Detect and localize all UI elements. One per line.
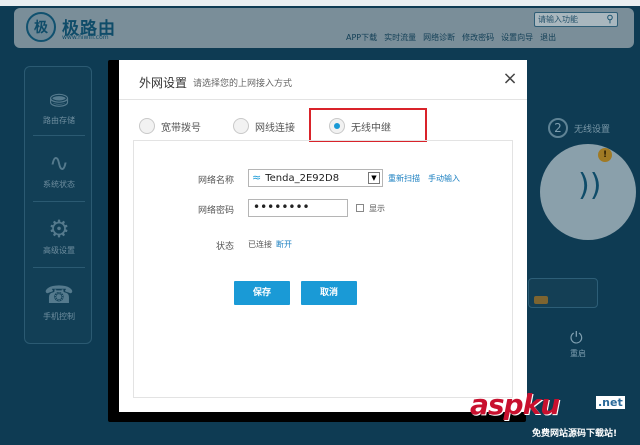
step-number: 2 — [548, 118, 568, 138]
restart-label[interactable]: 重启 — [570, 348, 586, 359]
sidebar-item-phone-control[interactable]: ☎ 手机控制 — [25, 279, 93, 322]
logo-url: www.hiwifi.com — [62, 34, 109, 41]
router-light — [534, 296, 548, 304]
password-field[interactable]: •••••••• — [248, 199, 348, 217]
sidebar-item-advanced[interactable]: ⚙ 高级设置 — [25, 213, 93, 256]
watermark-tld: .net — [596, 396, 625, 409]
repeater-form: 网络名称 ≈ Tenda_2E92D8 ▼ 重新扫描 手动输入 网络密码 •••… — [133, 140, 513, 398]
status-value: 已连接 — [248, 240, 272, 249]
tab-cable[interactable]: 网线连接 — [233, 116, 295, 136]
gear-icon: ⚙ — [48, 215, 70, 243]
sidebar-item-storage[interactable]: ⛂ 路由存储 — [25, 83, 93, 126]
ssid-value: Tenda_2E92D8 — [265, 172, 340, 184]
top-nav: APP下载 实时流量 网络诊断 修改密码 设置向导 退出 — [346, 32, 626, 43]
show-password-checkbox[interactable] — [356, 204, 364, 212]
wireless-step-panel: 2 无线设置 )) ! ⏻ 重启 — [528, 108, 640, 368]
manual-input-link[interactable]: 手动输入 — [428, 173, 460, 184]
close-icon[interactable]: × — [501, 70, 519, 88]
sidebar-item-system-status[interactable]: ∿ 系统状态 — [25, 147, 93, 190]
top-link-realtime-traffic[interactable]: 实时流量 — [384, 32, 416, 43]
pulse-icon: ∿ — [48, 149, 70, 177]
alert-icon: ! — [598, 148, 612, 162]
save-button[interactable]: 保存 — [234, 281, 290, 305]
sidebar-item-label: 手机控制 — [43, 312, 75, 321]
divider — [33, 201, 85, 202]
top-link-change-password[interactable]: 修改密码 — [462, 32, 494, 43]
chevron-down-icon[interactable]: ▼ — [368, 172, 380, 184]
top-link-setup-wizard[interactable]: 设置向导 — [501, 32, 533, 43]
radio-pppoe[interactable] — [139, 118, 155, 134]
dialog-body: 外网设置 请选择您的上网接入方式 × 宽带拨号 网线连接 无线中继 网络名称 ≈ — [119, 60, 527, 412]
radio-cable[interactable] — [233, 118, 249, 134]
watermark-logo: aspku — [470, 388, 560, 421]
tab-label: 宽带拨号 — [161, 122, 201, 134]
top-link-network-diagnosis[interactable]: 网络诊断 — [423, 32, 455, 43]
tab-label: 网线连接 — [255, 122, 295, 134]
top-link-logout[interactable]: 退出 — [540, 32, 556, 43]
cancel-button[interactable]: 取消 — [301, 281, 357, 305]
divider — [33, 135, 85, 136]
sidebar-item-label: 高级设置 — [43, 246, 75, 255]
sidebar-item-label: 路由存储 — [43, 116, 75, 125]
dialog-title: 外网设置 — [139, 76, 188, 90]
step-label: 无线设置 — [574, 125, 611, 135]
wifi-icon: ≈ — [252, 171, 262, 184]
top-link-app-download[interactable]: APP下载 — [346, 32, 377, 43]
watermark-tagline: 免费网站源码下载站! — [532, 429, 618, 439]
wan-settings-dialog: 外网设置 请选择您的上网接入方式 × 宽带拨号 网线连接 无线中继 网络名称 ≈ — [108, 60, 527, 422]
status-label: 状态 — [215, 242, 234, 252]
dialog-subtitle: 请选择您的上网接入方式 — [193, 79, 293, 89]
phone-icon: ☎ — [44, 281, 74, 309]
logo-icon: 极 — [26, 12, 56, 42]
wifi-icon: )) — [578, 168, 602, 203]
tab-pppoe[interactable]: 宽带拨号 — [139, 116, 201, 136]
power-icon[interactable]: ⏻ — [570, 328, 583, 348]
selected-tab-highlight — [309, 108, 427, 142]
password-label: 网络密码 — [197, 206, 234, 216]
ssid-select[interactable]: ≈ Tenda_2E92D8 ▼ — [248, 169, 383, 187]
dialog-header: 外网设置 请选择您的上网接入方式 × — [119, 60, 527, 100]
top-strip — [0, 0, 640, 6]
show-password-label: 显示 — [369, 204, 385, 213]
rescan-link[interactable]: 重新扫描 — [388, 173, 420, 184]
divider — [33, 267, 85, 268]
storage-icon: ⛂ — [48, 85, 70, 113]
sidebar-item-label: 系统状态 — [43, 180, 75, 189]
search-icon[interactable]: ⚲ — [603, 12, 617, 27]
sidebar: ⛂ 路由存储 ∿ 系统状态 ⚙ 高级设置 ☎ 手机控制 — [24, 66, 92, 344]
ssid-label: 网络名称 — [197, 176, 234, 186]
connection-type-tabs: 宽带拨号 网线连接 无线中继 — [119, 108, 527, 144]
disconnect-link[interactable]: 断开 — [276, 239, 292, 250]
